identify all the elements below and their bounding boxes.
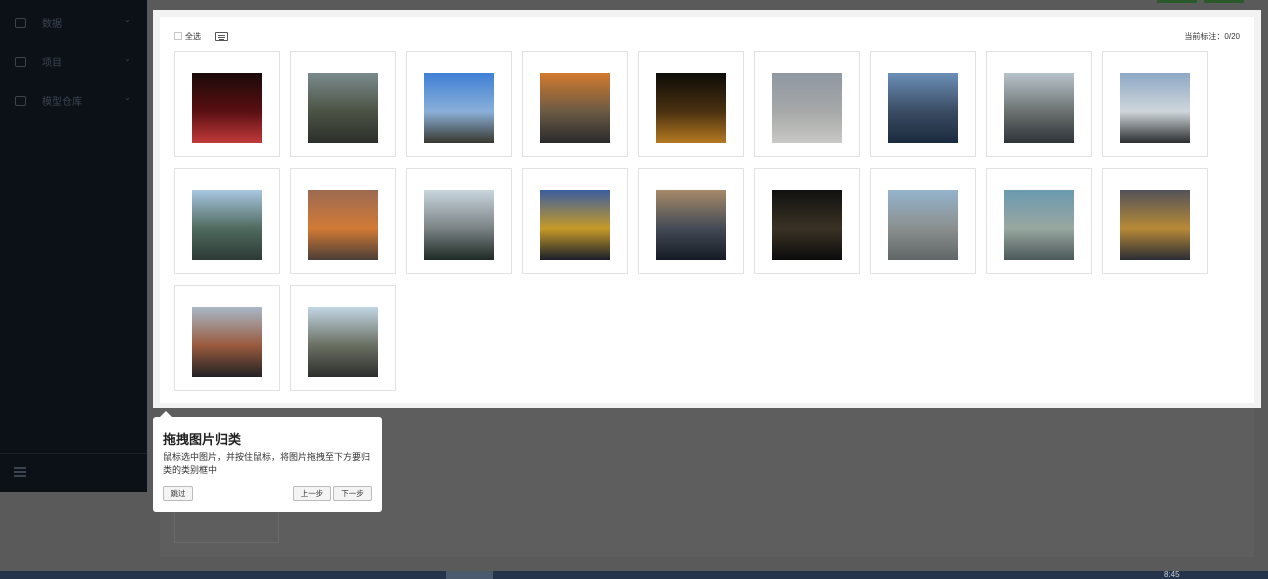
- image-thumbnail[interactable]: [308, 307, 378, 377]
- image-thumbnail[interactable]: [308, 73, 378, 143]
- image-thumbnail[interactable]: [1120, 73, 1190, 143]
- image-thumbnail[interactable]: [1120, 190, 1190, 260]
- taskbar-clock: 8:45: [1164, 570, 1180, 579]
- image-card[interactable]: [638, 51, 744, 157]
- sidebar-item-label: 项目: [42, 58, 62, 69]
- tour-popover: 拖拽图片归类 鼠标选中图片，并按住鼠标，将图片拖拽至下方要归类的类别框中 跳过 …: [153, 417, 382, 512]
- image-thumbnail[interactable]: [1004, 73, 1074, 143]
- chevron-down-icon: ⌄: [124, 15, 131, 24]
- image-card[interactable]: [406, 168, 512, 274]
- skip-button[interactable]: 跳过: [163, 486, 193, 501]
- taskbar-active-app[interactable]: [446, 571, 493, 579]
- image-thumbnail[interactable]: [656, 73, 726, 143]
- image-card[interactable]: [870, 51, 976, 157]
- image-card[interactable]: [174, 51, 280, 157]
- image-card[interactable]: [522, 51, 628, 157]
- image-card[interactable]: [754, 51, 860, 157]
- image-thumbnail[interactable]: [888, 73, 958, 143]
- menu-collapse-icon[interactable]: [14, 467, 26, 477]
- header-button: [1204, 0, 1244, 3]
- image-card[interactable]: [290, 285, 396, 391]
- image-thumbnail[interactable]: [540, 190, 610, 260]
- image-panel: 全选 当前标注：0/20: [153, 10, 1261, 408]
- image-thumbnail[interactable]: [1004, 190, 1074, 260]
- image-toolbar: 全选: [174, 31, 228, 41]
- keyboard-icon[interactable]: [215, 31, 228, 41]
- sidebar-divider: [0, 453, 147, 454]
- image-card[interactable]: [986, 168, 1092, 274]
- project-icon: [15, 56, 26, 67]
- image-card[interactable]: [870, 168, 976, 274]
- image-card[interactable]: [986, 51, 1092, 157]
- image-thumbnail[interactable]: [424, 73, 494, 143]
- image-card[interactable]: [406, 51, 512, 157]
- tour-description: 鼠标选中图片，并按住鼠标，将图片拖拽至下方要归类的类别框中: [163, 452, 371, 475]
- image-card[interactable]: [1102, 168, 1208, 274]
- select-all-label[interactable]: 全选: [185, 31, 201, 42]
- image-thumbnail[interactable]: [540, 73, 610, 143]
- tour-title: 拖拽图片归类: [163, 432, 242, 447]
- model-repo-icon: [15, 95, 26, 106]
- image-thumbnail[interactable]: [888, 190, 958, 260]
- image-card[interactable]: [1102, 51, 1208, 157]
- image-thumbnail[interactable]: [424, 190, 494, 260]
- sidebar-item-data[interactable]: 数据 ⌄: [0, 3, 147, 42]
- sidebar-item-label: 模型仓库: [42, 97, 82, 108]
- header-button: [1157, 0, 1197, 3]
- image-card[interactable]: [290, 51, 396, 157]
- annotation-count: 当前标注：0/20: [1184, 32, 1240, 41]
- image-thumbnail[interactable]: [772, 73, 842, 143]
- prev-step-button[interactable]: 上一步: [293, 486, 331, 501]
- sidebar-item-model-repo[interactable]: 模型仓库 ⌄: [0, 81, 147, 120]
- database-icon: [15, 17, 26, 28]
- image-card[interactable]: [174, 168, 280, 274]
- os-taskbar: 8:45: [0, 571, 1268, 579]
- image-card[interactable]: [638, 168, 744, 274]
- next-step-button[interactable]: 下一步: [333, 486, 372, 501]
- image-thumbnail[interactable]: [192, 190, 262, 260]
- select-all-checkbox[interactable]: [174, 32, 182, 40]
- image-thumbnail[interactable]: [772, 190, 842, 260]
- image-thumbnail[interactable]: [656, 190, 726, 260]
- sidebar-item-label: 数据: [42, 19, 62, 30]
- image-card[interactable]: [522, 168, 628, 274]
- image-thumbnail[interactable]: [192, 307, 262, 377]
- image-card[interactable]: [174, 285, 280, 391]
- image-panel-body: 全选 当前标注：0/20: [160, 17, 1254, 403]
- chevron-down-icon: ⌄: [124, 54, 131, 63]
- image-card[interactable]: [290, 168, 396, 274]
- image-thumbnail[interactable]: [192, 73, 262, 143]
- sidebar-item-project[interactable]: 项目 ⌄: [0, 42, 147, 81]
- image-thumbnail[interactable]: [308, 190, 378, 260]
- chevron-down-icon: ⌄: [124, 93, 131, 102]
- sidebar: 数据 ⌄ 项目 ⌄ 模型仓库 ⌄: [0, 0, 147, 492]
- image-card[interactable]: [754, 168, 860, 274]
